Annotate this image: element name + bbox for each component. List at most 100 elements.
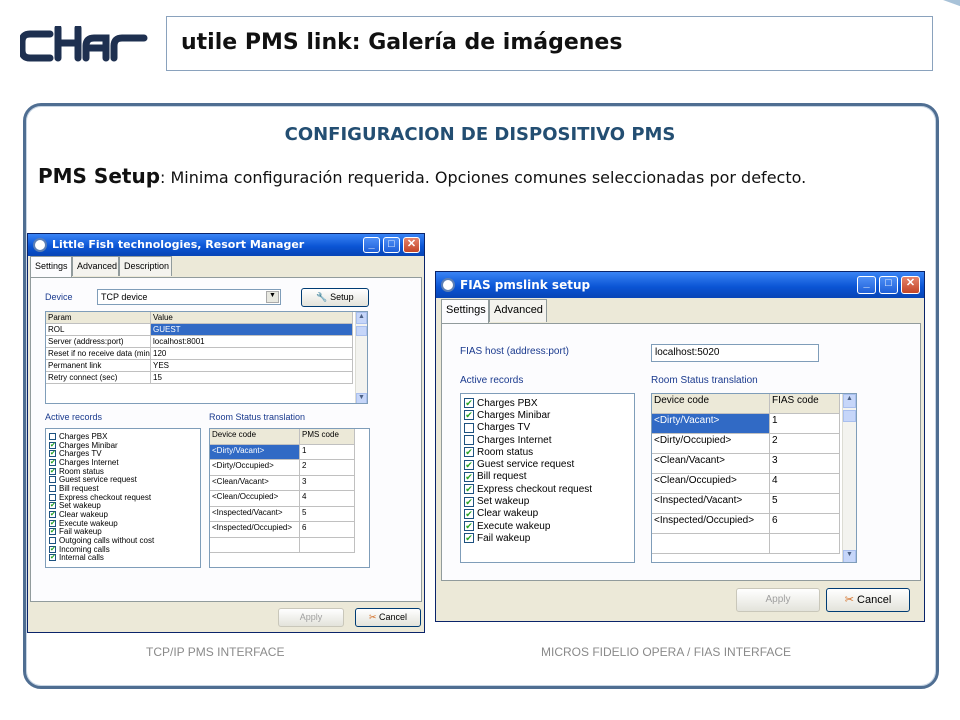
table-row[interactable]: <Clean/Vacant> 3 bbox=[210, 475, 369, 491]
checkbox[interactable] bbox=[464, 422, 474, 433]
list-item[interactable]: ✔ Guest service request bbox=[461, 458, 634, 470]
table-row[interactable]: <Dirty/Occupied> 2 bbox=[210, 460, 369, 476]
checkbox[interactable]: ✔ bbox=[49, 458, 56, 466]
table-row[interactable]: <Inspected/Occupied> 6 bbox=[210, 522, 369, 538]
fias-host-input[interactable]: localhost:5020 bbox=[651, 344, 819, 362]
checkbox[interactable]: ✔ bbox=[464, 471, 474, 482]
list-item[interactable]: ✔ Charges Minibar bbox=[461, 409, 634, 421]
checkbox[interactable]: ✔ bbox=[49, 502, 56, 510]
checkbox[interactable]: ✔ bbox=[464, 410, 474, 421]
list-item[interactable]: ✔ Charges TV bbox=[46, 449, 200, 458]
value-cell[interactable]: 120 bbox=[151, 348, 353, 360]
list-item[interactable]: ✔ Incoming calls bbox=[46, 545, 200, 554]
params-grid[interactable]: Param Value ROL GUEST Server (address:po… bbox=[45, 311, 368, 404]
list-item[interactable]: ✔ Room status bbox=[461, 446, 634, 458]
list-item[interactable]: ✔ Fail wakeup bbox=[461, 532, 634, 544]
checkbox[interactable]: ✔ bbox=[49, 467, 56, 475]
list-item[interactable]: Charges Internet bbox=[461, 434, 634, 446]
checkbox[interactable]: ✔ bbox=[464, 521, 474, 532]
checkbox[interactable] bbox=[464, 435, 474, 446]
active-records-list[interactable]: Charges PBX ✔ Charges Minibar ✔ Charges TV ✔ C… bbox=[45, 428, 201, 568]
cancel-button[interactable]: ✂ Cancel bbox=[826, 588, 910, 612]
value-cell[interactable]: 15 bbox=[151, 372, 353, 384]
tab-settings[interactable]: Settings bbox=[441, 299, 489, 324]
table-row[interactable]: Reset if no receive data (minu 120 bbox=[46, 348, 367, 360]
checkbox[interactable]: ✔ bbox=[49, 519, 56, 527]
list-item[interactable]: ✔ Express checkout request bbox=[461, 483, 634, 495]
list-item[interactable]: ✔ Set wakeup bbox=[46, 501, 200, 510]
empty-row[interactable] bbox=[652, 534, 856, 554]
scroll-down-icon[interactable]: ▼ bbox=[356, 393, 367, 403]
value-cell[interactable]: GUEST bbox=[151, 324, 353, 336]
checkbox[interactable] bbox=[49, 484, 56, 492]
table-row[interactable]: <Clean/Occupied> 4 bbox=[652, 474, 856, 494]
maximize-icon[interactable]: □ bbox=[879, 276, 898, 294]
checkbox[interactable] bbox=[49, 493, 56, 501]
table-row[interactable]: <Inspected/Vacant> 5 bbox=[652, 494, 856, 514]
list-item[interactable]: Bill request bbox=[46, 484, 200, 493]
list-item[interactable]: ✔ Clear wakeup bbox=[461, 508, 634, 520]
list-item[interactable]: ✔ Room status bbox=[46, 467, 200, 476]
list-item[interactable]: Outgoing calls without cost bbox=[46, 536, 200, 545]
room-grid-scrollbar[interactable]: ▲ ▼ bbox=[842, 394, 856, 562]
checkbox[interactable]: ✔ bbox=[49, 450, 56, 458]
checkbox[interactable]: ✔ bbox=[464, 484, 474, 495]
checkbox[interactable]: ✔ bbox=[49, 511, 56, 519]
close-icon[interactable]: ✕ bbox=[901, 276, 920, 294]
tab-description[interactable]: Description bbox=[119, 256, 172, 276]
list-item[interactable]: ✔ Execute wakeup bbox=[46, 519, 200, 528]
checkbox[interactable]: ✔ bbox=[464, 533, 474, 544]
scroll-thumb[interactable] bbox=[843, 410, 856, 422]
maximize-icon[interactable]: □ bbox=[383, 237, 400, 253]
active-records-list[interactable]: ✔ Charges PBX ✔ Charges Minibar Charges TV Ch… bbox=[460, 393, 635, 563]
list-item[interactable]: ✔ Charges PBX bbox=[461, 397, 634, 409]
tab-advanced[interactable]: Advanced bbox=[72, 256, 119, 276]
list-item[interactable]: Express checkout request bbox=[46, 493, 200, 502]
checkbox[interactable] bbox=[49, 432, 56, 440]
checkbox[interactable] bbox=[49, 537, 56, 545]
tab-settings[interactable]: Settings bbox=[30, 256, 72, 278]
empty-row[interactable] bbox=[210, 537, 369, 553]
chevron-down-icon[interactable]: ▼ bbox=[266, 291, 279, 303]
table-row[interactable]: <Inspected/Vacant> 5 bbox=[210, 506, 369, 522]
list-item[interactable]: ✔ Clear wakeup bbox=[46, 510, 200, 519]
tab-advanced[interactable]: Advanced bbox=[489, 299, 547, 322]
list-item[interactable]: ✔ Internal calls bbox=[46, 553, 200, 562]
scroll-down-icon[interactable]: ▼ bbox=[843, 550, 856, 562]
minimize-icon[interactable]: _ bbox=[363, 237, 380, 253]
minimize-icon[interactable]: _ bbox=[857, 276, 876, 294]
checkbox[interactable]: ✔ bbox=[464, 459, 474, 470]
table-row[interactable]: <Dirty/Vacant> 1 bbox=[210, 444, 369, 460]
close-icon[interactable]: ✕ bbox=[403, 237, 420, 253]
room-status-grid[interactable]: Device code PMS code <Dirty/Vacant> 1 <Dirty… bbox=[209, 428, 370, 568]
params-scrollbar[interactable]: ▲ ▼ bbox=[355, 312, 367, 403]
scroll-thumb[interactable] bbox=[356, 326, 367, 336]
checkbox[interactable] bbox=[49, 476, 56, 484]
list-item[interactable]: ✔ Execute wakeup bbox=[461, 520, 634, 532]
value-cell[interactable]: localhost:8001 bbox=[151, 336, 353, 348]
device-select[interactable]: TCP device ▼ bbox=[97, 289, 281, 305]
room-status-grid[interactable]: Device code FIAS code <Dirty/Vacant> 1 <Dirt… bbox=[651, 393, 857, 563]
checkbox[interactable]: ✔ bbox=[49, 545, 56, 553]
table-row[interactable]: <Dirty/Occupied> 2 bbox=[652, 434, 856, 454]
list-item[interactable]: Charges PBX bbox=[46, 432, 200, 441]
table-row[interactable]: ROL GUEST bbox=[46, 324, 367, 336]
checkbox[interactable]: ✔ bbox=[49, 441, 56, 449]
list-item[interactable]: ✔ Charges Minibar bbox=[46, 441, 200, 450]
table-row[interactable]: <Dirty/Vacant> 1 bbox=[652, 414, 856, 434]
list-item[interactable]: Charges TV bbox=[461, 422, 634, 434]
table-row[interactable]: Permanent link YES bbox=[46, 360, 367, 372]
list-item[interactable]: ✔ Bill request bbox=[461, 471, 634, 483]
checkbox[interactable]: ✔ bbox=[464, 508, 474, 519]
apply-button[interactable]: Apply bbox=[278, 608, 344, 627]
table-row[interactable]: Server (address:port) localhost:8001 bbox=[46, 336, 367, 348]
list-item[interactable]: Guest service request bbox=[46, 475, 200, 484]
cancel-button[interactable]: ✂ Cancel bbox=[355, 608, 421, 627]
value-cell[interactable]: YES bbox=[151, 360, 353, 372]
table-row[interactable]: <Clean/Occupied> 4 bbox=[210, 491, 369, 507]
checkbox[interactable]: ✔ bbox=[49, 554, 56, 562]
setup-button[interactable]: 🔧 Setup bbox=[301, 288, 369, 307]
apply-button[interactable]: Apply bbox=[736, 588, 820, 612]
scroll-up-icon[interactable]: ▲ bbox=[356, 312, 367, 324]
list-item[interactable]: ✔ Fail wakeup bbox=[46, 527, 200, 536]
